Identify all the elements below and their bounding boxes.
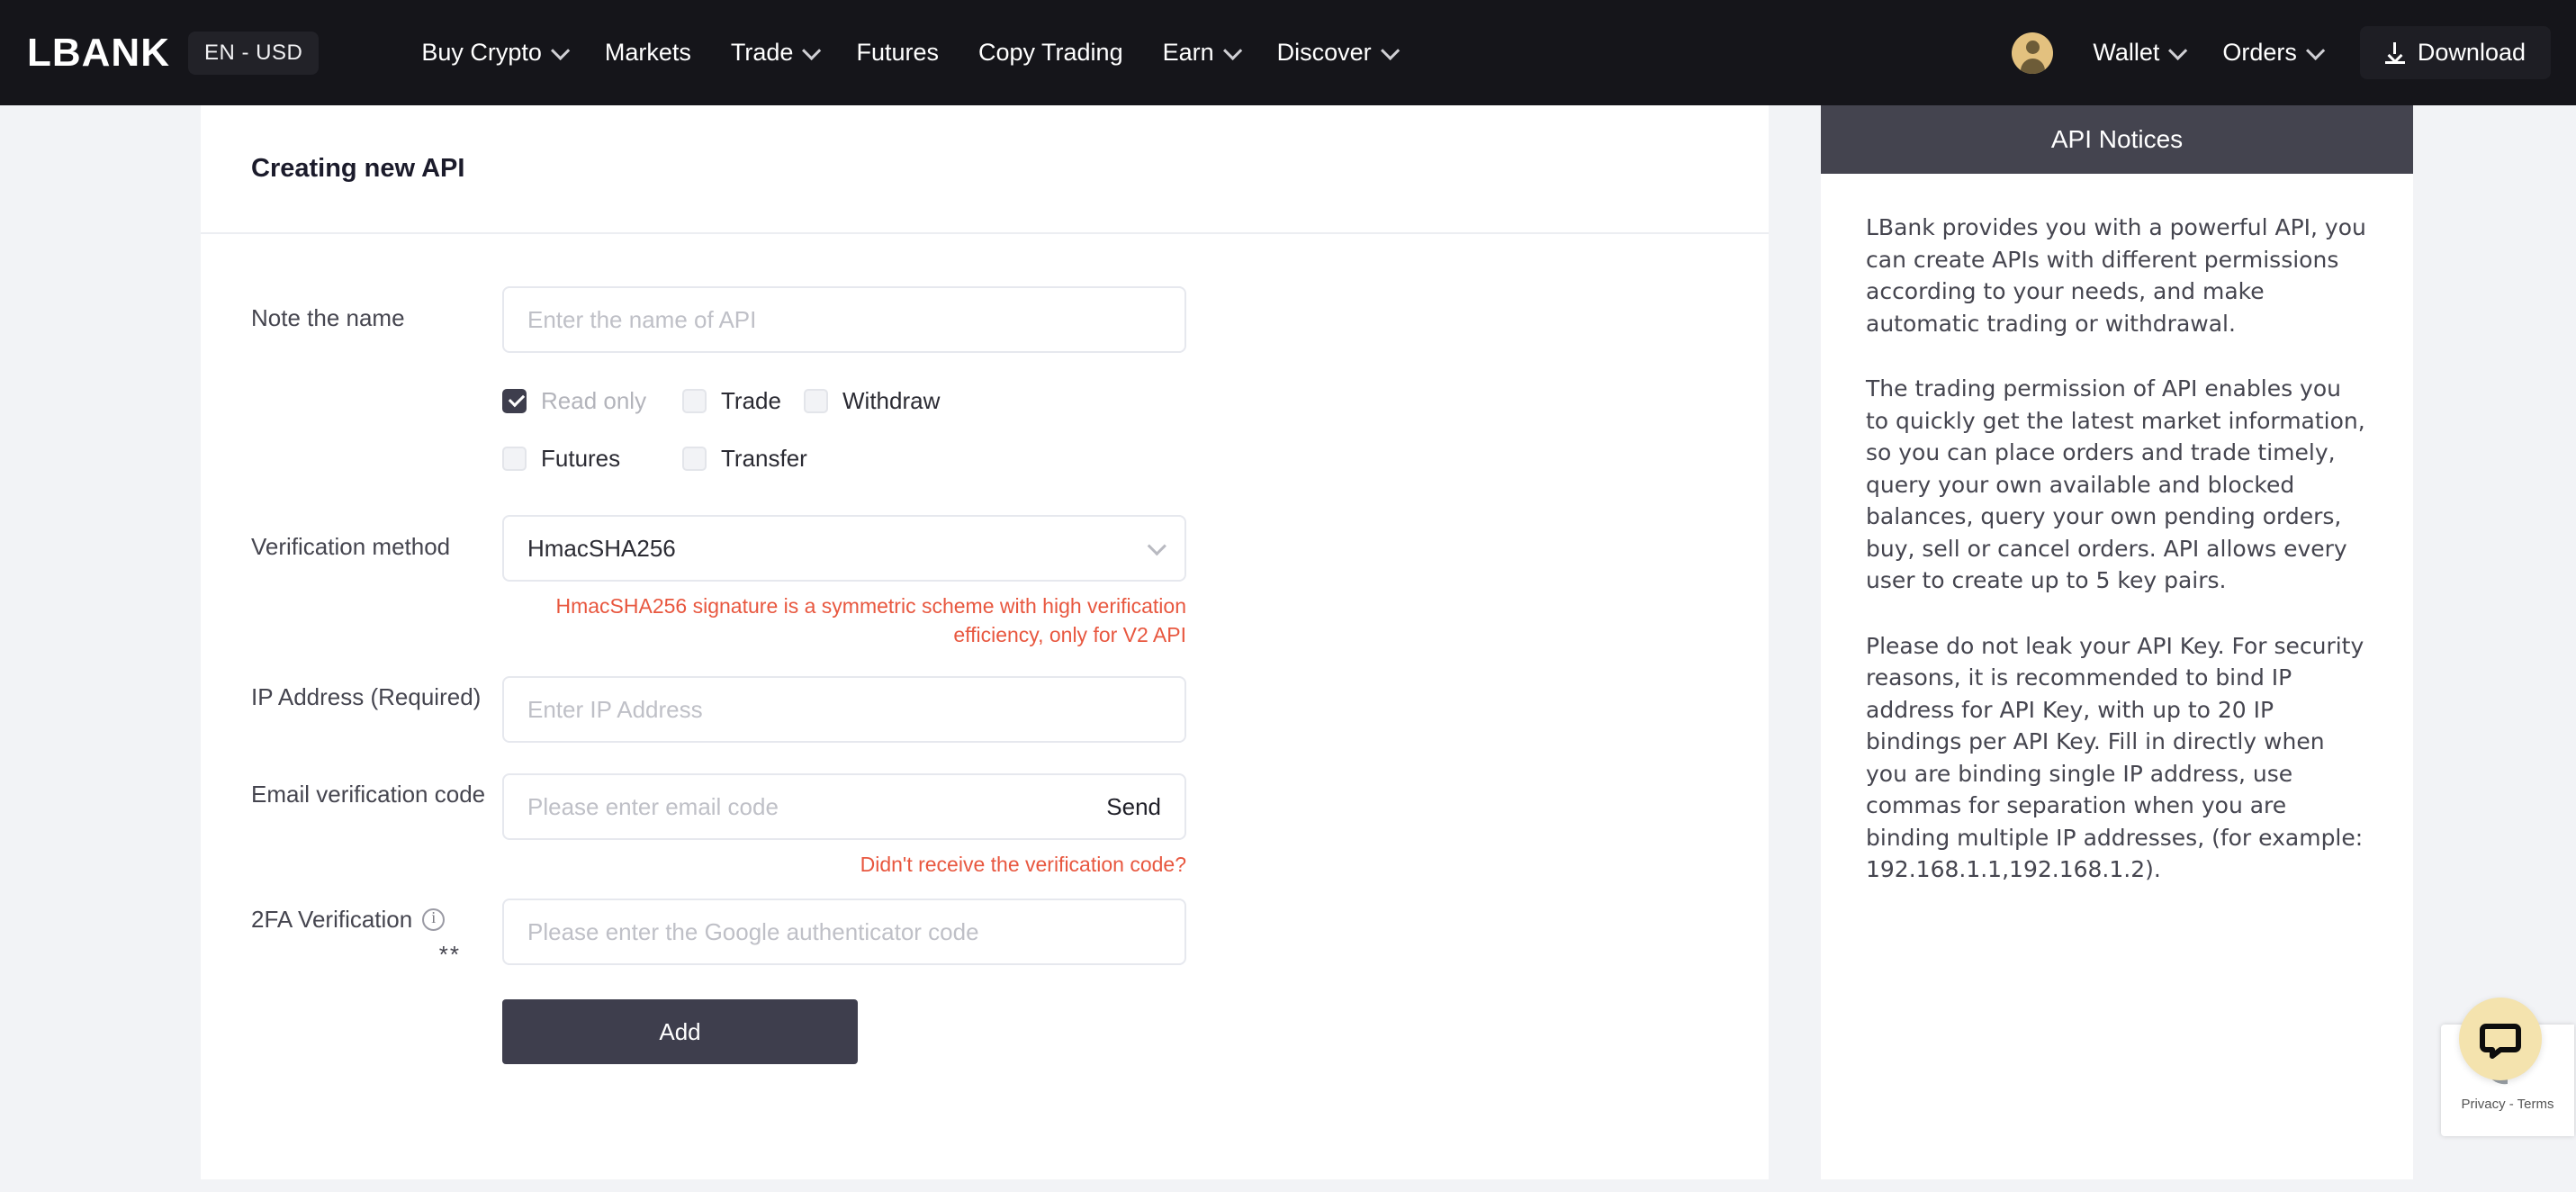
download-button[interactable]: Download <box>2359 26 2551 79</box>
permission-trade[interactable]: Trade <box>682 387 804 415</box>
label-email-code-text: Email verification code <box>251 781 486 808</box>
create-api-card: Creating new API Note the name Read only <box>201 105 1769 1179</box>
send-code-button[interactable]: Send <box>1106 773 1161 840</box>
checkbox-transfer-icon[interactable] <box>682 447 707 471</box>
email-code-field-wrap: Send <box>502 773 1186 841</box>
label-2fa-text: 2FA Verification <box>251 906 413 934</box>
chevron-down-icon <box>2305 41 2326 60</box>
top-navigation-bar: LBANK EN - USD Buy Crypto Markets Trade … <box>0 0 2576 105</box>
api-notices-panel: API Notices LBank provides you with a po… <box>1821 105 2413 1179</box>
nav-item-markets[interactable]: Markets <box>585 39 711 67</box>
lbank-logo[interactable]: LBANK <box>27 31 170 76</box>
api-notices-title: API Notices <box>1821 105 2413 174</box>
ip-address-input[interactable] <box>502 676 1186 744</box>
permissions-row-1: Read only Trade Withdraw <box>502 387 1186 415</box>
nav-item-earn[interactable]: Earn <box>1143 39 1257 67</box>
nav-label-futures: Futures <box>856 39 939 66</box>
control-2fa: Add <box>502 899 1186 1065</box>
resend-code-link[interactable]: Didn't receive the verification code? <box>502 853 1186 877</box>
permission-withdraw[interactable]: Withdraw <box>804 387 940 415</box>
form-row-ip-address: IP Address (Required) <box>201 676 1769 744</box>
label-ip-address-text: IP Address (Required) <box>251 683 482 711</box>
label-verification-method: Verification method <box>251 533 451 560</box>
chevron-down-icon <box>2168 41 2188 60</box>
nav-item-trade[interactable]: Trade <box>711 39 837 67</box>
notice-paragraph: Please do not leak your API Key. For sec… <box>1866 632 2364 883</box>
verification-method-hint: HmacSHA256 signature is a symmetric sche… <box>555 594 1187 646</box>
nav-label-earn: Earn <box>1162 39 1214 66</box>
recaptcha-privacy-terms[interactable]: Privacy - Terms <box>2461 1097 2553 1112</box>
avatar[interactable] <box>2012 32 2054 74</box>
label-2fa: 2FA Verification ** <box>201 899 502 970</box>
page-title: Creating new API <box>251 154 465 183</box>
label-ip-address: IP Address (Required) <box>201 676 502 712</box>
checkbox-futures-icon[interactable] <box>502 447 527 471</box>
chat-bubble-icon <box>2480 1024 2521 1059</box>
nav-label-wallet: Wallet <box>2093 39 2160 66</box>
permission-transfer[interactable]: Transfer <box>682 445 807 473</box>
checkbox-read-only-icon[interactable] <box>502 389 527 413</box>
notice-paragraph: The trading permission of API enables yo… <box>1866 375 2365 593</box>
card-header: Creating new API <box>201 105 1769 234</box>
nav-label-trade: Trade <box>730 39 794 66</box>
api-name-input[interactable] <box>502 286 1186 353</box>
permission-futures[interactable]: Futures <box>502 445 682 473</box>
nav-right-cluster: Wallet Orders Download <box>2012 26 2551 79</box>
permission-read-only[interactable]: Read only <box>502 387 682 415</box>
nav-item-copy-trading[interactable]: Copy Trading <box>959 39 1143 67</box>
nav-label-buy-crypto: Buy Crypto <box>421 39 542 66</box>
nav-item-buy-crypto[interactable]: Buy Crypto <box>401 39 585 67</box>
permission-label-trade: Trade <box>721 387 781 414</box>
email-code-input[interactable] <box>502 773 1186 841</box>
nav-label-orders: Orders <box>2222 39 2297 66</box>
label-2fa-inline: 2FA Verification <box>251 904 493 935</box>
create-api-form: Note the name Read only Trade <box>201 234 1769 1065</box>
form-row-email-code: Email verification code Send Didn't rece… <box>201 773 1769 877</box>
chevron-down-icon <box>1147 536 1166 555</box>
control-api-name: Read only Trade Withdraw <box>502 286 1186 502</box>
language-currency-selector[interactable]: EN - USD <box>187 31 320 75</box>
twofa-code-input[interactable] <box>502 899 1186 966</box>
permission-label-read-only: Read only <box>541 387 647 414</box>
chevron-down-icon <box>1380 41 1400 60</box>
download-label: Download <box>2417 39 2526 66</box>
chevron-down-icon <box>802 41 822 60</box>
add-button[interactable]: Add <box>502 999 858 1065</box>
control-email-code: Send Didn't receive the verification cod… <box>502 773 1186 877</box>
permissions-group: Read only Trade Withdraw Futures Transfe… <box>502 353 1186 473</box>
checkbox-withdraw-icon[interactable] <box>804 389 828 413</box>
permission-label-futures: Futures <box>541 445 621 472</box>
form-row-api-name: Note the name Read only Trade <box>201 286 1769 502</box>
nav-item-orders[interactable]: Orders <box>2202 39 2340 67</box>
permission-label-withdraw: Withdraw <box>842 387 941 414</box>
control-ip-address <box>502 676 1186 744</box>
primary-nav: Buy Crypto Markets Trade Futures Copy Tr… <box>401 39 1414 67</box>
form-row-2fa: 2FA Verification ** Add <box>201 899 1769 1065</box>
nav-item-futures[interactable]: Futures <box>836 39 959 67</box>
form-row-verification-method: Verification method HmacSHA256 HmacSHA25… <box>201 515 1769 649</box>
chevron-down-icon <box>1222 41 1242 60</box>
api-notices-body: LBank provides you with a powerful API, … <box>1821 174 2413 886</box>
info-circle-icon[interactable] <box>422 908 446 932</box>
verification-method-select[interactable]: HmacSHA256 <box>502 515 1186 582</box>
label-api-name: Note the name <box>251 304 405 331</box>
control-verification-method: HmacSHA256 HmacSHA256 signature is a sym… <box>502 515 1186 649</box>
download-icon <box>2384 41 2405 64</box>
permissions-row-2: Futures Transfer <box>502 445 1186 473</box>
twofa-required-stars: ** <box>438 940 461 968</box>
nav-item-discover[interactable]: Discover <box>1257 39 1415 67</box>
nav-item-wallet[interactable]: Wallet <box>2073 39 2202 67</box>
notice-paragraph: LBank provides you with a powerful API, … <box>1866 214 2366 337</box>
checkbox-trade-icon[interactable] <box>682 389 707 413</box>
nav-label-discover: Discover <box>1276 39 1372 66</box>
brand-area: LBANK EN - USD <box>27 31 320 76</box>
nav-label-copy-trading: Copy Trading <box>978 39 1123 66</box>
live-chat-button[interactable] <box>2459 998 2542 1080</box>
verification-method-value: HmacSHA256 <box>527 534 676 562</box>
label-email-code: Email verification code <box>201 773 502 809</box>
nav-label-markets: Markets <box>604 39 691 66</box>
chevron-down-icon <box>550 41 571 60</box>
permission-label-transfer: Transfer <box>721 445 807 472</box>
